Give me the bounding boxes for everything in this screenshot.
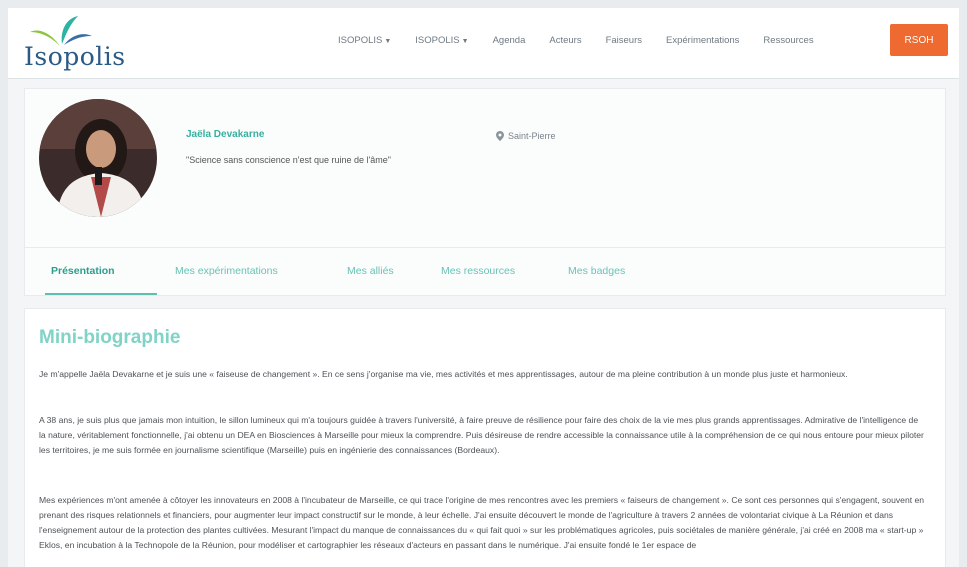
isopolis-logo[interactable]: Isopolis (20, 14, 130, 74)
nav-agenda[interactable]: Agenda (493, 35, 526, 46)
tab-mes-allies[interactable]: Mes alliés (347, 265, 394, 277)
nav-isopolis-menu-2[interactable]: ISOPOLIS ▼ (415, 35, 468, 46)
profile-location: Saint-Pierre (496, 131, 556, 141)
nav-faiseurs[interactable]: Faiseurs (606, 35, 642, 46)
profile-photo (39, 99, 157, 217)
active-tab-indicator (45, 293, 157, 295)
avatar (39, 99, 157, 217)
profile-tabs: Présentation Mes expérimentations Mes al… (25, 247, 945, 296)
biography-paragraph-1: Je m'appelle Jaëla Devakarne et je suis … (39, 369, 848, 379)
logo-wordmark: Isopolis (24, 42, 126, 71)
biography-panel: Mini-biographie Je m'appelle Jaëla Devak… (24, 308, 946, 567)
nav-experimentations[interactable]: Expérimentations (666, 35, 739, 46)
caret-down-icon: ▼ (461, 38, 469, 45)
biography-heading: Mini-biographie (39, 327, 181, 348)
location-pin-icon (496, 131, 504, 141)
nav-ressources[interactable]: Ressources (763, 35, 813, 46)
main-nav: ISOPOLIS ▼ ISOPOLIS ▼ Agenda Acteurs Faise… (338, 35, 838, 46)
header: Isopolis ISOPOLIS ▼ ISOPOLIS ▼ Agenda Acte… (8, 8, 959, 79)
tab-presentation[interactable]: Présentation (51, 265, 115, 277)
tab-mes-ressources[interactable]: Mes ressources (441, 265, 515, 277)
cta-button[interactable]: RSOH (890, 24, 948, 56)
nav-acteurs[interactable]: Acteurs (549, 35, 581, 46)
biography-paragraph-3: Mes expériences m'ont amenée à côtoyer l… (39, 495, 925, 550)
location-label: Saint-Pierre (508, 131, 556, 141)
caret-down-icon: ▼ (384, 38, 392, 45)
page: Isopolis ISOPOLIS ▼ ISOPOLIS ▼ Agenda Acte… (8, 8, 959, 567)
profile-quote: "Science sans conscience n'est que ruine… (186, 155, 391, 165)
tab-mes-badges[interactable]: Mes badges (568, 265, 625, 277)
profile-name[interactable]: Jaëla Devakarne (186, 129, 264, 140)
profile-card: Jaëla Devakarne "Science sans conscience… (24, 88, 946, 296)
nav-isopolis-menu-1[interactable]: ISOPOLIS ▼ (338, 35, 391, 46)
biography-paragraph-2: A 38 ans, je suis plus que jamais mon in… (39, 415, 924, 455)
tab-mes-experimentations[interactable]: Mes expérimentations (175, 265, 278, 277)
